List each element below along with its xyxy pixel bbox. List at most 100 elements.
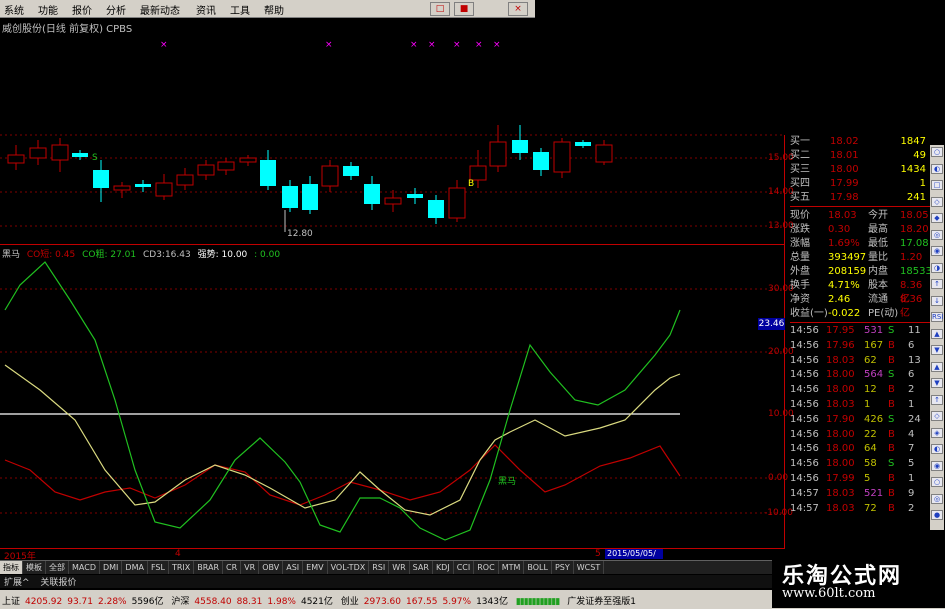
indicator-tabs: 指标 模板 全部 MACD DMI DMA FSL TRIX BRAR CR VR OBV ASI EMV… bbox=[0, 560, 785, 574]
stat-label: 内盘 bbox=[868, 266, 888, 277]
tab-3[interactable]: MACD bbox=[69, 561, 100, 574]
tab-19[interactable]: CCI bbox=[454, 561, 475, 574]
chart-canvas[interactable]: 12.80 S B 黑马 bbox=[0, 0, 785, 549]
side-tool-icon[interactable]: □ bbox=[931, 180, 943, 190]
side-tool-icon[interactable]: RSI bbox=[931, 312, 943, 322]
candle-body bbox=[384, 197, 402, 205]
tab-12[interactable]: ASI bbox=[283, 561, 304, 574]
tab-20[interactable]: ROC bbox=[474, 561, 499, 574]
low-price-label: 12.80 bbox=[287, 229, 313, 239]
tab-0[interactable]: 指标 bbox=[0, 561, 23, 574]
bid-row: 买四 17.99 1 bbox=[790, 177, 930, 191]
tick-price: 18.00 bbox=[826, 369, 855, 381]
tab-15[interactable]: RSI bbox=[369, 561, 390, 574]
side-tool-icon[interactable]: ↑ bbox=[931, 394, 943, 405]
tick-price: 17.90 bbox=[826, 413, 855, 425]
tab-10[interactable]: VR bbox=[241, 561, 260, 574]
stat-value: 393497 bbox=[828, 252, 867, 263]
side-tool-icon[interactable]: ◈ bbox=[931, 427, 943, 438]
tick-side: B bbox=[888, 487, 895, 499]
tab-13[interactable]: EMV bbox=[303, 561, 328, 574]
stat-row: 涨跌 0.30 最高 18.20 bbox=[790, 223, 930, 237]
side-tool-icon[interactable]: ◇ bbox=[931, 411, 943, 421]
stat-label: 量比 bbox=[868, 252, 888, 263]
side-tool-icon[interactable]: ◆ bbox=[931, 213, 943, 223]
side-tool-icon[interactable]: ◐ bbox=[931, 163, 943, 174]
hs-index-pct: 1.98% bbox=[267, 597, 296, 607]
tick-time: 14:56 bbox=[790, 339, 819, 351]
side-tool-icon[interactable]: ● bbox=[931, 510, 943, 520]
side-tool-icon[interactable]: ▲ bbox=[931, 361, 943, 372]
tab-11[interactable]: OBV bbox=[259, 561, 284, 574]
related-quotes-button[interactable]: 关联报价 bbox=[36, 575, 80, 588]
stat-value: -0.022 bbox=[828, 308, 861, 319]
co-thick-label: CO粗: 27.01 bbox=[82, 250, 137, 260]
side-tool-icon[interactable]: ◉ bbox=[931, 246, 943, 256]
tab-17[interactable]: SAR bbox=[410, 561, 433, 574]
tick-side: B bbox=[888, 399, 895, 410]
tick-side: S bbox=[888, 369, 895, 381]
tab-22[interactable]: BOLL bbox=[524, 561, 552, 574]
tab-21[interactable]: MTM bbox=[499, 561, 525, 574]
cd3-line bbox=[4, 364, 681, 516]
candle-body bbox=[575, 142, 591, 146]
side-tool-icon[interactable]: ↑ bbox=[931, 279, 943, 289]
side-tool-icon[interactable]: ↓ bbox=[931, 295, 943, 306]
tick-count: 2 bbox=[908, 384, 915, 396]
tab-4[interactable]: DMI bbox=[100, 561, 123, 574]
candle-body bbox=[51, 144, 69, 161]
tick-count: 4 bbox=[908, 428, 915, 440]
side-tool-icon[interactable]: ◎ bbox=[931, 229, 943, 240]
tab-6[interactable]: FSL bbox=[148, 561, 169, 574]
side-tool-icon[interactable]: ○ bbox=[931, 477, 943, 487]
side-tool-icon[interactable]: ▼ bbox=[931, 345, 943, 355]
tab-5[interactable]: DMA bbox=[122, 561, 148, 574]
stat-value: 0.30 bbox=[828, 224, 851, 235]
bid-price: 18.02 bbox=[830, 136, 859, 147]
tab-8[interactable]: BRAR bbox=[194, 561, 224, 574]
date-axis-month: 5 bbox=[595, 549, 601, 559]
tick-row: 14:56 17.99 5 B 1 bbox=[790, 472, 930, 486]
tab-2[interactable]: 全部 bbox=[46, 561, 69, 574]
tab-16[interactable]: WR bbox=[389, 561, 410, 574]
stat-label: 收益(一) bbox=[790, 308, 828, 319]
side-tool-icon[interactable]: ▲ bbox=[931, 328, 943, 339]
tick-time: 14:56 bbox=[790, 369, 819, 381]
tick-row: 14:56 17.90 426 S 24 bbox=[790, 413, 930, 427]
tab-9[interactable]: CR bbox=[223, 561, 242, 574]
hs-index-amount: 4521亿 bbox=[300, 597, 333, 607]
cy-index-value: 2973.60 bbox=[363, 597, 401, 607]
side-tool-icon[interactable]: ◎ bbox=[931, 493, 943, 504]
tick-volume: 167 bbox=[864, 339, 884, 351]
tab-14[interactable]: VOL-TDX bbox=[328, 561, 370, 574]
candle-body bbox=[533, 152, 549, 170]
expand-button[interactable]: 扩展^ bbox=[0, 575, 34, 588]
side-tool-icon[interactable]: ◑ bbox=[931, 262, 943, 273]
side-tool-icon[interactable]: ◇ bbox=[931, 196, 943, 207]
candle-body bbox=[512, 140, 528, 153]
tab-1[interactable]: 模板 bbox=[23, 561, 46, 574]
tick-side: B bbox=[888, 443, 895, 455]
stat-label: 净资 bbox=[790, 294, 810, 305]
sh-index-value: 4205.92 bbox=[25, 597, 63, 607]
indicator-axis-tick: 0.00 bbox=[768, 473, 789, 483]
tick-volume: 426 bbox=[864, 413, 884, 425]
side-tool-icon[interactable]: ◉ bbox=[931, 460, 943, 471]
tick-volume: 1 bbox=[864, 399, 871, 410]
tick-volume: 12 bbox=[864, 384, 877, 396]
tab-24[interactable]: WCST bbox=[574, 561, 605, 574]
tick-price: 18.00 bbox=[826, 458, 855, 470]
indicator-name[interactable]: 黑马 bbox=[2, 250, 20, 260]
tab-18[interactable]: KDJ bbox=[433, 561, 454, 574]
tick-side: B bbox=[888, 473, 895, 484]
bid-volume: 1434 bbox=[900, 164, 926, 175]
tick-side: B bbox=[888, 339, 895, 351]
side-tool-icon[interactable]: ◐ bbox=[931, 444, 943, 454]
tick-count: 6 bbox=[908, 339, 915, 351]
tab-23[interactable]: PSY bbox=[552, 561, 574, 574]
side-tool-icon[interactable]: ○ bbox=[931, 147, 943, 157]
side-tool-icon[interactable]: ▼ bbox=[931, 378, 943, 388]
axis-value-badge: 23.46 bbox=[758, 318, 785, 330]
stat-label: 流通 bbox=[868, 294, 888, 305]
tab-7[interactable]: TRIX bbox=[169, 561, 195, 574]
